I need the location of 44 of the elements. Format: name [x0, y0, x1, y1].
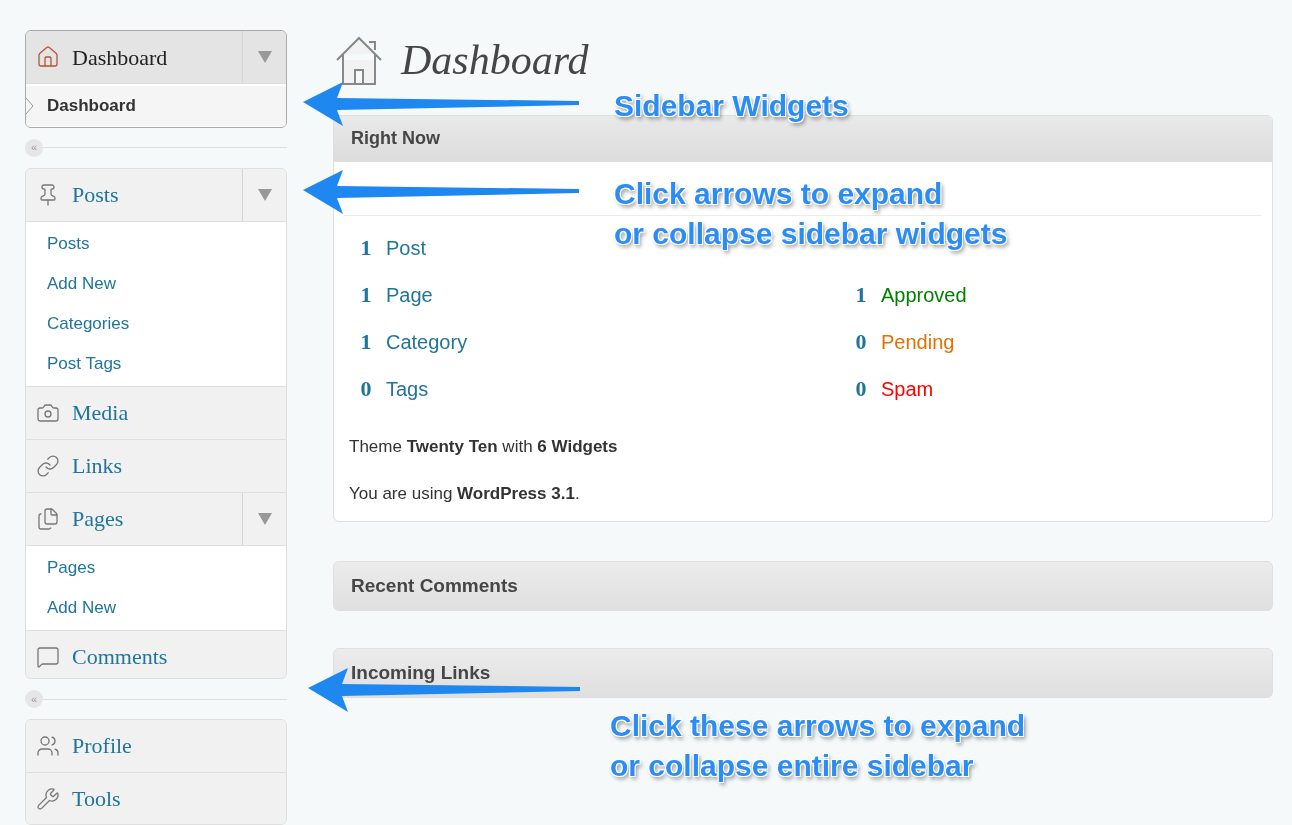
- count: 1: [359, 281, 373, 309]
- caret-icon: [257, 188, 272, 201]
- count: 1: [854, 281, 868, 309]
- people-icon: [36, 733, 60, 758]
- widget-header[interactable]: Recent Comments: [333, 561, 1273, 611]
- annotation-text: Sidebar Widgets: [614, 88, 849, 124]
- submenu-item[interactable]: Pages: [47, 555, 96, 581]
- submenu-item[interactable]: Add New: [47, 271, 116, 297]
- toggle-button[interactable]: [242, 168, 286, 221]
- current-indicator-icon: [26, 98, 34, 114]
- widget-header[interactable]: Incoming Links: [333, 648, 1273, 698]
- page-title: Dashboard: [401, 35, 589, 85]
- annotation-text: Click these arrows to expand or collapse entire sidebar: [610, 708, 1026, 784]
- toggle-button[interactable]: [242, 31, 286, 83]
- count-label[interactable]: Category: [386, 326, 468, 357]
- widget-title: Recent Comments: [351, 573, 518, 598]
- count: 1: [359, 234, 373, 262]
- count: 0: [854, 328, 868, 356]
- count: 0: [854, 375, 868, 403]
- pages-icon: [36, 506, 60, 531]
- submenu-item[interactable]: Posts: [47, 231, 90, 257]
- caret-icon: [257, 51, 272, 63]
- count-label[interactable]: Approved: [881, 279, 967, 310]
- submenu-item[interactable]: Add New: [47, 595, 116, 621]
- submenu-item[interactable]: Categories: [47, 311, 130, 337]
- panel-title: Right Now: [351, 127, 440, 150]
- chain-link-icon: [36, 453, 60, 478]
- count: 0: [359, 375, 373, 403]
- count-label[interactable]: Page: [386, 279, 433, 310]
- tools-icon: [36, 786, 60, 811]
- theme-info: Theme Twenty Ten with 6 Widgets: [348, 436, 619, 458]
- caret-icon: [257, 512, 272, 525]
- speech-bubble-icon: [36, 644, 60, 669]
- version-info: You are using WordPress 3.1.: [348, 482, 581, 505]
- count-label[interactable]: Tags: [386, 373, 429, 404]
- count: 1: [359, 328, 373, 356]
- house-icon: [36, 45, 60, 69]
- count-label[interactable]: Pending: [881, 326, 955, 357]
- count-label[interactable]: Post: [386, 232, 427, 263]
- count-label[interactable]: Spam: [881, 373, 934, 404]
- menu-item[interactable]: Dashboard: [26, 31, 242, 83]
- annotation-text: Click arrows to expand or collapse sidebar widgets: [614, 176, 1008, 252]
- submenu-item[interactable]: Post Tags: [47, 351, 122, 377]
- widget-title: Incoming Links: [351, 660, 491, 685]
